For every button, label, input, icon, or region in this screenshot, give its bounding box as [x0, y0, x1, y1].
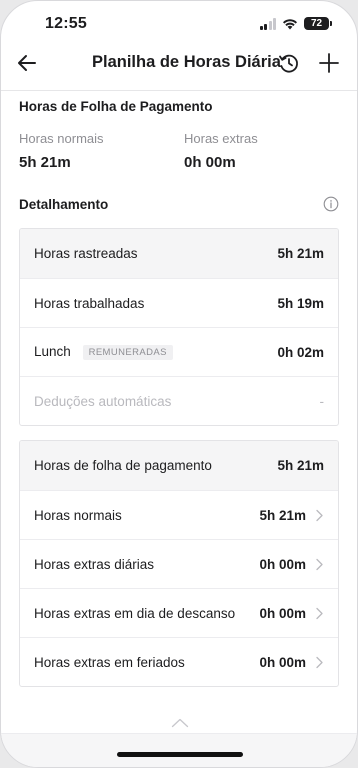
payroll-hours-row: Horas de folha de pagamento 5h 21m [20, 441, 338, 490]
plus-icon[interactable] [317, 51, 341, 75]
lunch-value: 0h 02m [277, 344, 324, 360]
chevron-right-icon [316, 509, 323, 521]
worked-hours-label: Horas trabalhadas [34, 295, 145, 311]
breakdown-title: Detalhamento [19, 197, 109, 212]
status-time: 12:55 [45, 15, 87, 32]
payroll-summary: Horas normais 5h 21m Horas extras 0h 00m [19, 131, 339, 175]
signal-icon [259, 17, 276, 30]
daily-overtime-label: Horas extras diárias [34, 556, 155, 572]
tracked-hours-value: 5h 21m [277, 246, 324, 261]
phone-screen: 12:55 72 Planilha de Horas Diária Horas … [0, 0, 358, 768]
rest-day-overtime-row[interactable]: Horas extras em dia de descanso 0h 00m [20, 588, 338, 637]
page-title: Planilha de Horas Diária [92, 53, 281, 71]
regular-hours-row[interactable]: Horas normais 5h 21m [20, 490, 338, 539]
nav-bar: Planilha de Horas Diária [1, 45, 357, 85]
worked-hours-value: 5h 19m [277, 295, 324, 311]
auto-deductions-value: - [319, 393, 325, 409]
status-icons: 72 [259, 17, 332, 30]
payroll-hours-value: 5h 21m [277, 458, 324, 473]
regular-hours-label: Horas normais [19, 131, 104, 146]
rest-day-overtime-value: 0h 00m [259, 605, 306, 621]
lunch-label-group: Lunch REMUNERADAS [34, 344, 277, 360]
auto-deductions-row: Deduções automáticas - [20, 376, 338, 425]
daily-overtime-row[interactable]: Horas extras diárias 0h 00m [20, 539, 338, 588]
chevron-right-icon [316, 656, 323, 668]
chevron-up-icon[interactable] [171, 718, 189, 728]
holiday-overtime-row[interactable]: Horas extras em feriados 0h 00m [20, 637, 338, 686]
nav-divider [1, 90, 357, 91]
tracked-hours-label: Horas rastreadas [34, 246, 138, 261]
overtime-hours-summary: Horas extras 0h 00m [184, 131, 258, 171]
home-indicator[interactable] [117, 752, 243, 757]
payroll-detail-card: Horas de folha de pagamento 5h 21m Horas… [19, 440, 339, 687]
arrow-left-icon[interactable] [15, 51, 39, 75]
regular-hours-summary: Horas normais 5h 21m [19, 131, 104, 171]
overtime-hours-label: Horas extras [184, 131, 258, 146]
auto-deductions-label: Deduções automáticas [34, 393, 172, 409]
lunch-label: Lunch [34, 344, 71, 360]
wifi-icon [283, 18, 297, 29]
payroll-hours-label: Horas de folha de pagamento [34, 458, 212, 473]
regular-hours-row-value: 5h 21m [259, 507, 306, 523]
regular-hours-value: 5h 21m [19, 154, 71, 171]
status-bar: 12:55 72 [1, 1, 357, 45]
battery-level: 72 [310, 18, 323, 29]
holiday-overtime-value: 0h 00m [259, 654, 306, 670]
breakdown-card: Horas rastreadas 5h 21m Horas trabalhada… [19, 228, 339, 426]
tracked-hours-row: Horas rastreadas 5h 21m [20, 229, 338, 278]
paid-badge: REMUNERADAS [82, 344, 173, 360]
lunch-row: Lunch REMUNERADAS 0h 02m [20, 327, 338, 376]
battery-icon: 72 [304, 17, 332, 30]
overtime-hours-value: 0h 00m [184, 154, 236, 171]
bottom-bar [1, 733, 357, 767]
regular-hours-row-label: Horas normais [34, 507, 122, 523]
rest-day-overtime-label: Horas extras em dia de descanso [34, 605, 236, 621]
history-icon[interactable] [277, 51, 301, 75]
worked-hours-row: Horas trabalhadas 5h 19m [20, 278, 338, 327]
holiday-overtime-label: Horas extras em feriados [34, 654, 185, 670]
chevron-right-icon [316, 558, 323, 570]
chevron-right-icon [316, 607, 323, 619]
info-icon[interactable] [323, 196, 339, 212]
payroll-summary-title: Horas de Folha de Pagamento [19, 99, 213, 114]
daily-overtime-value: 0h 00m [259, 556, 306, 572]
